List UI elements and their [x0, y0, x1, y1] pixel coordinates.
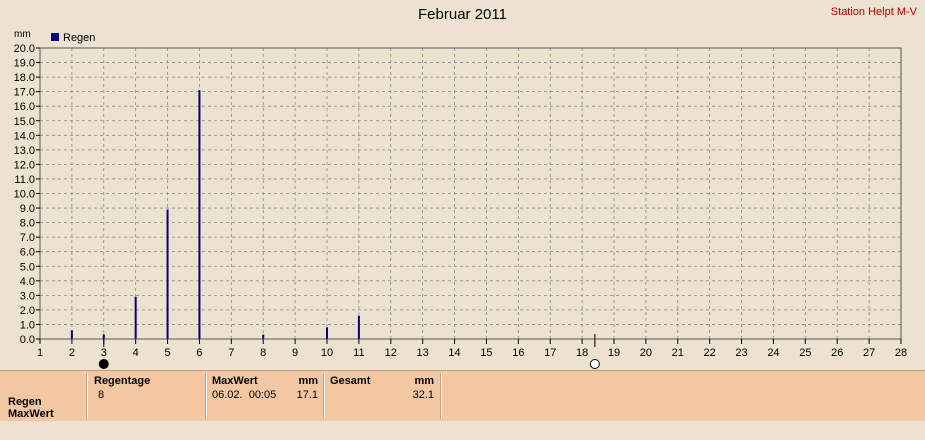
- gesamt-unit: mm: [414, 375, 434, 387]
- maxwert-value: 17.1: [296, 389, 318, 401]
- x-tick-label: 4: [133, 347, 139, 359]
- bar-regen: [166, 209, 169, 339]
- regentage-value: 8: [98, 389, 105, 401]
- x-tick-label: 17: [544, 347, 556, 359]
- y-tick-label: 20.0: [14, 43, 35, 55]
- y-tick-label: 2.0: [20, 305, 35, 317]
- x-tick-label: 16: [512, 347, 524, 359]
- y-tick-label: 0.0: [20, 334, 35, 346]
- x-tick-label: 15: [480, 347, 492, 359]
- y-tick-label: 11.0: [14, 174, 35, 186]
- x-tick-label: 27: [863, 347, 875, 359]
- x-tick-label: 23: [735, 347, 747, 359]
- row-label-regen: Regen: [8, 396, 42, 408]
- y-tick-label: 18.0: [14, 72, 35, 84]
- full-moon-icon: [589, 359, 600, 369]
- legend-swatch: [51, 33, 59, 41]
- row-labels: Regen MaxWert: [8, 396, 54, 440]
- regentage-header: Regentage: [94, 375, 151, 387]
- x-tick-label: 1: [37, 347, 43, 359]
- regentage-column: Regentage 8: [94, 375, 204, 419]
- x-tick-label: 3: [101, 347, 107, 359]
- x-tick-label: 21: [672, 347, 684, 359]
- gesamt-column: Gesamt mm 32.1: [330, 375, 436, 419]
- bars: [70, 90, 360, 339]
- y-tick-label: 1.0: [20, 319, 35, 331]
- x-tick-label: 14: [448, 347, 460, 359]
- x-tick-label: 9: [292, 347, 298, 359]
- bar-regen: [262, 334, 265, 339]
- maxwert-column: MaxWert mm 06.02. 00:05 17.1: [212, 375, 320, 419]
- x-tick-labels: 1 2 3 4 5 6 7 8 9 10 11 12 13 14 15 16 17 18 19 20 21 22 23 24 2…: [37, 347, 907, 359]
- x-tick-label: 26: [831, 347, 843, 359]
- maxwert-header: MaxWert: [212, 375, 258, 387]
- x-tick-label: 11: [353, 347, 364, 359]
- bar-regen: [198, 90, 201, 339]
- x-tick-label: 8: [260, 347, 266, 359]
- y-tick-label: 10.0: [14, 189, 35, 201]
- x-tick-label: 25: [799, 347, 811, 359]
- gesamt-header: Gesamt: [330, 375, 371, 387]
- x-tick-label: 6: [196, 347, 202, 359]
- y-tick-label: 13.0: [14, 145, 35, 157]
- y-tick-label: 19.0: [14, 58, 35, 70]
- x-tick-label: 22: [704, 347, 716, 359]
- y-tick-label: 12.0: [14, 159, 35, 171]
- maxwert-unit: mm: [298, 375, 318, 387]
- summary-panel: Regen MaxWert Regentage 8 MaxWert mm 06.…: [0, 370, 925, 421]
- y-tick-label: 3.0: [20, 290, 35, 302]
- new-moon-icon: [98, 359, 109, 369]
- x-tick-label: 2: [69, 347, 75, 359]
- row-label-maxwert: MaxWert: [8, 408, 54, 420]
- y-tick-labels: 0.0 1.0 2.0 3.0 4.0 5.0 6.0 7.0 8.0 9.0 10.0 11.0 12…: [14, 43, 35, 346]
- legend: Regen: [51, 32, 95, 44]
- x-tick-label: 7: [228, 347, 234, 359]
- bar-regen: [326, 327, 328, 339]
- maxwert-datetime: 06.02. 00:05: [212, 389, 277, 401]
- x-tick-label: 18: [576, 347, 588, 359]
- y-tick-label: 17.0: [14, 87, 35, 99]
- bar-regen: [134, 296, 137, 339]
- chart-area: Februar 2011 Station Helpt M-V 0.0 1.0 2.0…: [0, 0, 925, 370]
- y-tick-label: 8.0: [20, 218, 35, 230]
- x-tick-label: 19: [608, 347, 620, 359]
- y-tick-label: 6.0: [20, 247, 35, 259]
- y-tick-label: 7.0: [20, 232, 35, 244]
- y-tick-label: 16.0: [14, 101, 35, 113]
- x-tick-label: 20: [640, 347, 652, 359]
- x-tick-label: 5: [164, 347, 170, 359]
- x-tick-label: 24: [767, 347, 779, 359]
- grid: [40, 48, 901, 339]
- y-tick-label: 4.0: [20, 276, 35, 288]
- y-tick-label: 15.0: [14, 116, 35, 128]
- y-tick-label: 9.0: [20, 203, 35, 215]
- legend-label-regen: Regen: [63, 32, 95, 44]
- bar-regen: [70, 330, 73, 339]
- y-tick-label: 5.0: [20, 261, 35, 273]
- axes: [36, 47, 902, 344]
- x-tick-label: 12: [385, 347, 397, 359]
- y-axis-unit-label: mm: [14, 29, 31, 40]
- x-tick-label: 10: [321, 347, 333, 359]
- y-tick-label: 14.0: [14, 130, 35, 142]
- rain-chart: 0.01.02.03.04.05.06.07.08.09.010.011.012…: [14, 29, 907, 369]
- x-tick-label: 13: [417, 347, 429, 359]
- x-tick-label: 28: [895, 347, 907, 359]
- plot-frame: [39, 47, 902, 340]
- gesamt-value: 32.1: [412, 389, 434, 401]
- bar-regen: [357, 315, 360, 339]
